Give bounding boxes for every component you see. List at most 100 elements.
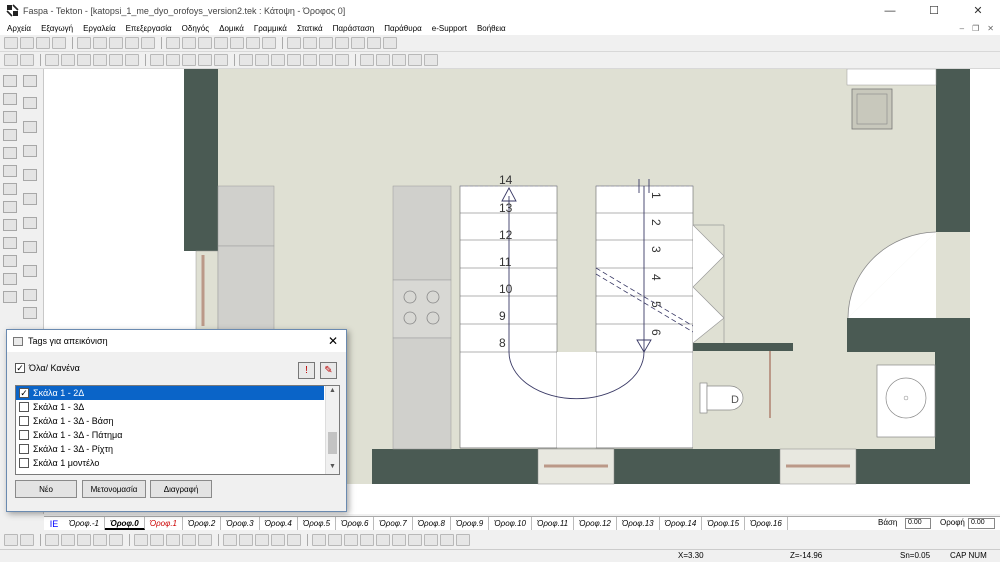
align-icon[interactable] bbox=[150, 54, 164, 66]
snap-icon[interactable] bbox=[182, 37, 196, 49]
offset-icon[interactable] bbox=[166, 54, 180, 66]
mdi-close-button[interactable]: ✕ bbox=[987, 24, 994, 33]
floor-tab[interactable]: Όροφ.4 bbox=[260, 517, 298, 530]
minimize-button[interactable]: — bbox=[868, 0, 912, 21]
section-icon[interactable] bbox=[3, 183, 17, 195]
tekton-logo-icon[interactable] bbox=[5, 4, 19, 18]
floor-tab[interactable]: Όροφ.11 bbox=[532, 517, 575, 530]
eraser-icon[interactable] bbox=[23, 289, 37, 301]
floor-tab[interactable]: Όροφ.7 bbox=[374, 517, 413, 530]
floor-tab[interactable]: Όροφ.2 bbox=[183, 517, 222, 530]
scroll-thumb[interactable] bbox=[328, 432, 337, 454]
zoom-out-icon[interactable] bbox=[61, 533, 75, 546]
properties-icon[interactable] bbox=[271, 54, 285, 66]
floor-tab[interactable]: Όροφ.9 bbox=[451, 517, 490, 530]
zoom-icon[interactable] bbox=[392, 54, 406, 66]
measure-icon[interactable] bbox=[214, 37, 228, 49]
grid-tool-icon[interactable] bbox=[23, 217, 37, 229]
hand-icon[interactable] bbox=[360, 54, 374, 66]
copy-icon[interactable] bbox=[93, 37, 107, 49]
dialog-close-button[interactable]: ✕ bbox=[328, 334, 338, 348]
track-icon[interactable] bbox=[376, 533, 390, 546]
redo-icon[interactable] bbox=[141, 37, 155, 49]
snap-intersect-icon[interactable] bbox=[166, 533, 180, 546]
floor-tab[interactable]: Όροφ.12 bbox=[574, 517, 617, 530]
floor-lead-button[interactable]: IE bbox=[44, 519, 64, 529]
ortho-icon[interactable] bbox=[198, 37, 212, 49]
zoom-extents-icon[interactable] bbox=[93, 533, 107, 546]
tools-icon[interactable] bbox=[383, 37, 397, 49]
layer-a-icon[interactable] bbox=[223, 533, 237, 546]
paste-icon[interactable] bbox=[109, 37, 123, 49]
mouse-icon[interactable] bbox=[312, 533, 326, 546]
regen-icon[interactable] bbox=[20, 533, 34, 546]
scale-icon[interactable] bbox=[109, 54, 123, 66]
hatch-tool-icon[interactable] bbox=[3, 237, 17, 249]
slab-icon[interactable] bbox=[3, 129, 17, 141]
light-icon[interactable] bbox=[3, 201, 17, 213]
dimension-tool-icon[interactable] bbox=[3, 219, 17, 231]
show-icon[interactable] bbox=[303, 54, 317, 66]
print-preview-icon[interactable] bbox=[424, 54, 438, 66]
tag-list-item[interactable]: Σκάλα 1 - 3Δ - Βάση bbox=[16, 414, 324, 428]
tag-move-up-icon[interactable]: ! bbox=[298, 362, 315, 379]
group-icon[interactable] bbox=[198, 54, 212, 66]
tag-checkbox[interactable] bbox=[19, 444, 29, 454]
layers-icon[interactable] bbox=[335, 37, 349, 49]
menu-files[interactable]: Αρχεία bbox=[2, 24, 36, 33]
filter-icon[interactable] bbox=[328, 533, 342, 546]
settings-icon[interactable] bbox=[367, 37, 381, 49]
lock-icon[interactable] bbox=[319, 54, 333, 66]
text-icon[interactable] bbox=[287, 37, 301, 49]
tag-list-item[interactable]: Σκάλα 1 μοντέλο bbox=[16, 456, 324, 470]
view-top-icon[interactable] bbox=[4, 54, 18, 66]
stair-icon[interactable] bbox=[23, 97, 37, 109]
print-icon[interactable] bbox=[52, 37, 66, 49]
tag-checkbox[interactable]: ✓ bbox=[19, 388, 29, 398]
snap-mid-icon[interactable] bbox=[150, 533, 164, 546]
view-3d-icon[interactable] bbox=[20, 54, 34, 66]
window-icon[interactable] bbox=[3, 93, 17, 105]
tag-list-item[interactable]: Σκάλα 1 - 3Δ - Ρίχτη bbox=[16, 442, 324, 456]
menu-guide[interactable]: Οδηγός bbox=[177, 24, 214, 33]
tag-list-item[interactable]: ✓ Σκάλα 1 - 2Δ bbox=[16, 386, 324, 400]
dimension-display-icon[interactable] bbox=[456, 533, 470, 546]
floor-tab[interactable]: Όροφ.1 bbox=[145, 517, 184, 530]
wall-icon[interactable] bbox=[3, 75, 17, 87]
menu-help[interactable]: Βοήθεια bbox=[472, 24, 511, 33]
zone-icon[interactable] bbox=[23, 265, 37, 277]
beam-icon[interactable] bbox=[23, 121, 37, 133]
zoom-in-icon[interactable] bbox=[45, 533, 59, 546]
ungroup-icon[interactable] bbox=[214, 54, 228, 66]
arc-icon[interactable] bbox=[262, 37, 276, 49]
layer-s-icon[interactable] bbox=[239, 533, 253, 546]
camera-icon[interactable] bbox=[23, 193, 37, 205]
layer-m-icon[interactable] bbox=[255, 533, 269, 546]
ortho-mode-icon[interactable] bbox=[344, 533, 358, 546]
zoom-window-icon[interactable] bbox=[77, 533, 91, 546]
roof-icon[interactable] bbox=[23, 145, 37, 157]
floor-tab[interactable]: Όροφ.-1 bbox=[64, 517, 105, 530]
layer-d-icon[interactable] bbox=[271, 533, 285, 546]
pick-icon[interactable] bbox=[376, 54, 390, 66]
floor-tab[interactable]: Όροφ.8 bbox=[413, 517, 451, 530]
tag-list-item[interactable]: Σκάλα 1 - 3Δ - Πάτημα bbox=[16, 428, 324, 442]
unlock-icon[interactable] bbox=[335, 54, 349, 66]
mdi-restore-button[interactable]: ❐ bbox=[972, 24, 979, 33]
close-window-button[interactable]: ✕ bbox=[956, 0, 1000, 21]
layer-up-icon[interactable] bbox=[239, 54, 253, 66]
new-file-icon[interactable] bbox=[4, 37, 18, 49]
fill-display-icon[interactable] bbox=[424, 533, 438, 546]
trim-icon[interactable] bbox=[125, 54, 139, 66]
menu-static[interactable]: Στατικά bbox=[292, 24, 328, 33]
floor-tab[interactable]: Όροφ.14 bbox=[660, 517, 703, 530]
floor-tab-active[interactable]: Όροφ.0 bbox=[104, 517, 145, 530]
open-folder-icon[interactable] bbox=[20, 37, 34, 49]
floor-tab[interactable]: Όροφ.10 bbox=[489, 517, 532, 530]
floor-tab[interactable]: Όροφ.5 bbox=[298, 517, 337, 530]
scroll-up-icon[interactable]: ▲ bbox=[329, 387, 336, 394]
snap-perp-icon[interactable] bbox=[182, 533, 196, 546]
snap-center-icon[interactable] bbox=[198, 533, 212, 546]
cut-icon[interactable] bbox=[77, 37, 91, 49]
point-icon[interactable] bbox=[3, 273, 17, 285]
